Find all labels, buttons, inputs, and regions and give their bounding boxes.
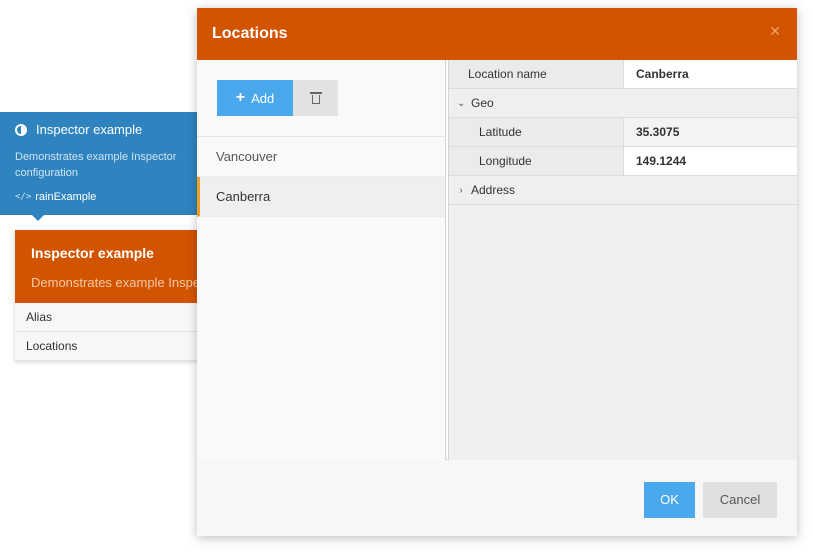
code-icon: </> [15,192,32,202]
chevron-down-icon: ⌄ [457,97,466,109]
location-name-field[interactable]: Canberra [624,60,797,88]
chevron-right-icon: › [459,184,463,196]
widget-pointer [31,214,45,221]
list-toolbar: + Add [197,60,445,137]
plus-icon: + [235,89,246,106]
inspector-panel: Inspector example Demonstrates example I… [15,230,200,361]
trash-icon [309,92,322,104]
properties-pane: Location name Canberra ⌄ Geo Latitude 35… [448,60,797,460]
widget-card[interactable]: Inspector example Demonstrates example I… [0,112,200,221]
delete-button[interactable] [293,80,338,116]
prop-row-longitude: Longitude 149.1244 [449,147,797,176]
location-item-vancouver[interactable]: Vancouver [197,137,445,177]
widget-title: Inspector example [36,122,143,137]
dialog-body: + Add Vancouver Canberra Location name C… [197,60,797,460]
inspector-row-alias[interactable]: Alias [15,303,200,332]
group-geo[interactable]: ⌄ Geo [449,89,797,118]
inspector-title: Inspector example [31,245,154,261]
widget-description: Demonstrates example Inspector configura… [15,151,177,179]
group-geo-label: Geo [471,95,494,110]
widget-title-row: Inspector example [15,122,142,137]
group-address-label: Address [471,182,516,197]
close-icon[interactable]: ✕ [769,23,781,40]
prop-label-latitude: Latitude [449,118,624,146]
add-button[interactable]: + Add [217,80,293,116]
location-item-canberra[interactable]: Canberra [197,177,445,217]
prop-row-location-name: Location name Canberra [449,60,797,89]
dialog-footer: OK Cancel [197,460,797,536]
locations-dialog: Locations ✕ + Add Vancouver Canberra Loc… [197,8,797,536]
inspector-row-locations[interactable]: Locations [15,332,200,361]
group-address[interactable]: › Address [449,176,797,205]
locations-list-pane: + Add Vancouver Canberra [197,60,446,460]
latitude-field[interactable]: 35.3075 [624,118,797,146]
widget-code-label: rainExample [35,191,97,203]
longitude-field[interactable]: 149.1244 [624,147,797,175]
cancel-button[interactable]: Cancel [703,482,777,518]
inspector-description: Demonstrates example Inspector [31,275,200,290]
dialog-header: Locations ✕ [197,8,797,60]
prop-label-location-name: Location name [449,60,624,88]
dialog-title: Locations [212,25,288,42]
contrast-icon [15,123,27,136]
prop-label-longitude: Longitude [449,147,624,175]
ok-button[interactable]: OK [644,482,695,518]
prop-row-latitude: Latitude 35.3075 [449,118,797,147]
inspector-header: Inspector example Demonstrates example I… [15,230,200,303]
add-button-label: Add [251,90,275,106]
widget-code-name: </> rainExample [15,191,96,203]
